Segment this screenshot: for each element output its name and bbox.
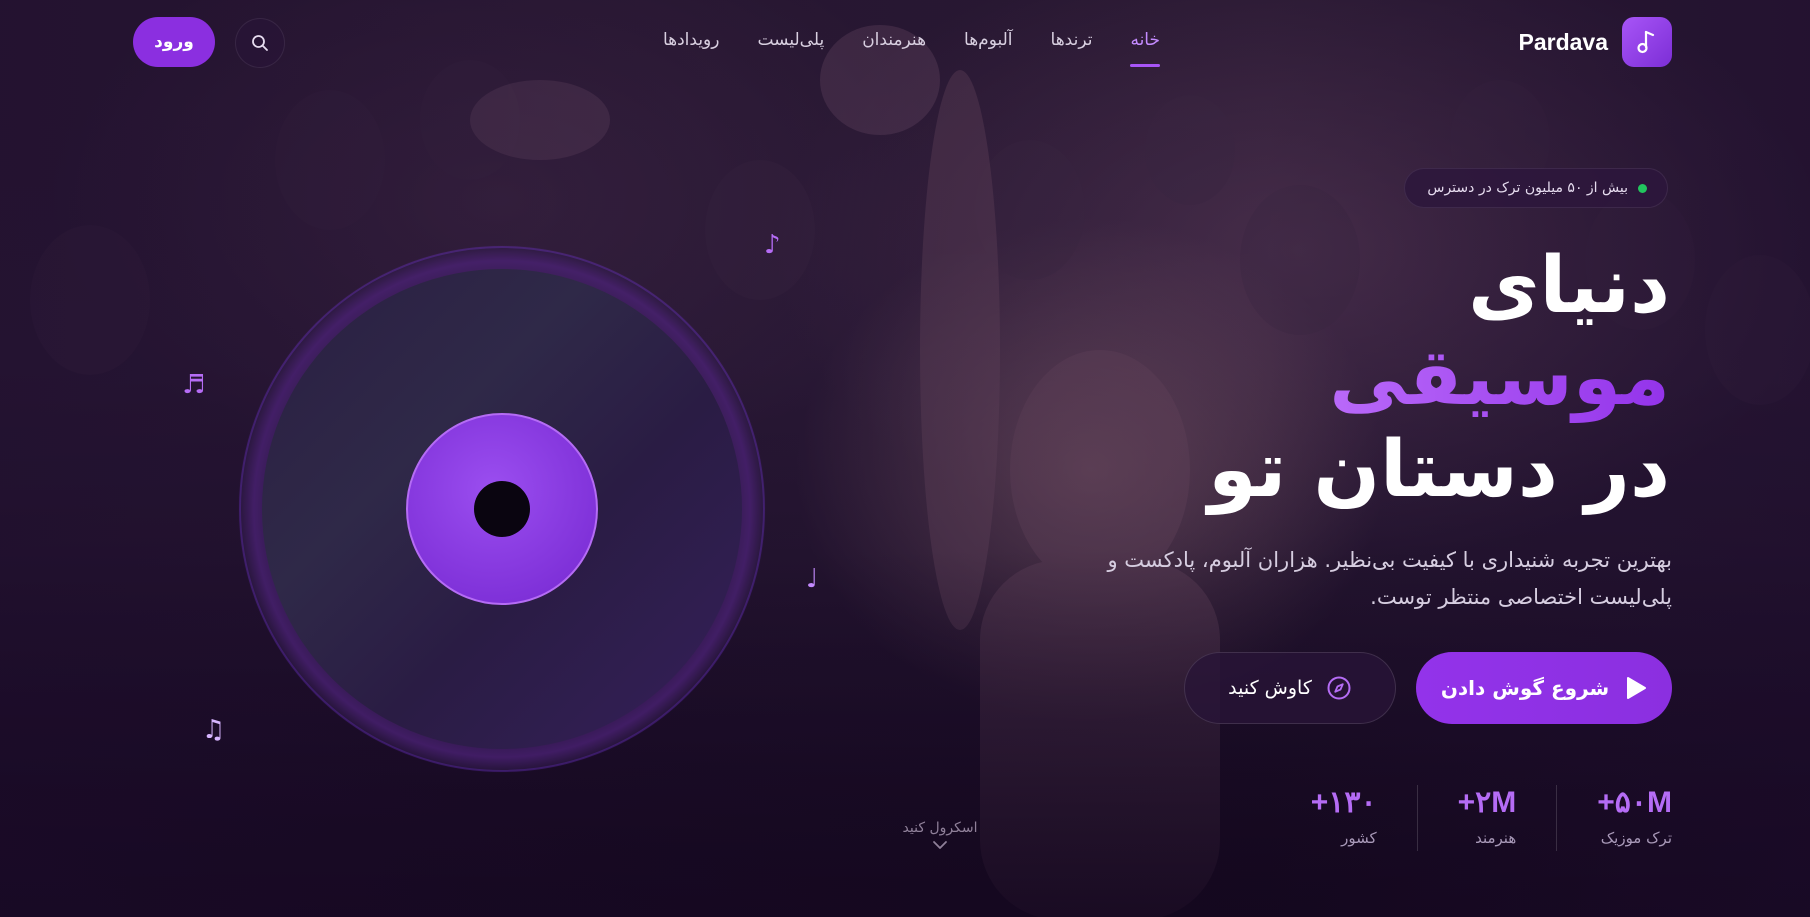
stat-divider [1416, 785, 1418, 851]
nav-item-artists[interactable]: هنرمندان [862, 30, 926, 60]
compass-icon [1327, 676, 1351, 700]
stat-value: +۱۳۰ [1310, 786, 1377, 819]
explore-button[interactable]: کاوش کنید [1184, 652, 1396, 724]
nav-item-home[interactable]: خانه [1130, 30, 1160, 67]
headline-line-2: موسیقی [1208, 332, 1670, 424]
search-button[interactable] [235, 18, 285, 68]
brand[interactable]: Pardava [1518, 17, 1672, 67]
tracks-badge: بیش از ۵۰ میلیون ترک در دسترس [1404, 168, 1668, 208]
badge-text: بیش از ۵۰ میلیون ترک در دسترس [1427, 180, 1628, 196]
hero-headline: دنیای موسیقی در دستان تو [1208, 240, 1670, 516]
play-icon [1627, 677, 1647, 699]
stat-value: +۵۰M [1597, 786, 1672, 819]
headline-line-3: در دستان تو [1208, 425, 1670, 515]
music-note-icon: ♩ [806, 564, 819, 594]
nav-item-events[interactable]: رویدادها [663, 30, 720, 60]
headline-line-1: دنیای [1468, 241, 1670, 331]
start-listening-button[interactable]: شروع گوش دادن [1416, 652, 1672, 724]
brand-logo [1622, 17, 1672, 67]
stat-tracks: +۵۰M ترک موزیک [1597, 785, 1672, 847]
main-nav-links: خانه ترندها آلبوم‌ها هنرمندان پلی‌لیست ر… [640, 30, 1160, 67]
scroll-hint-label: اسکرول کنید [902, 820, 978, 836]
nav-item-playlist[interactable]: پلی‌لیست [757, 30, 824, 60]
nav-item-albums[interactable]: آلبوم‌ها [964, 30, 1013, 60]
scroll-hint[interactable]: اسکرول کنید [902, 820, 978, 850]
music-note-icon: ♪ [764, 230, 781, 260]
stat-label: کشور [1341, 829, 1377, 847]
music-note-icon: ♬ [182, 370, 206, 400]
vinyl-record-illustration [238, 245, 766, 773]
stat-divider [1556, 785, 1558, 851]
stats-row: +۵۰M ترک موزیک +۲M هنرمند +۱۳۰ کشور [1311, 785, 1672, 851]
start-listening-label: شروع گوش دادن [1440, 676, 1610, 700]
subtitle-line-2: پلی‌لیست اختصاصی منتظر توست. [1370, 585, 1672, 609]
subtitle-line-1: بهترین تجربه شنیداری با کیفیت بی‌نظیر. ه… [1107, 548, 1672, 572]
music-note-icon: ♫ [202, 715, 226, 745]
stat-label: ترک موزیک [1600, 829, 1672, 847]
status-dot [1638, 183, 1647, 193]
stat-value: +۲M [1457, 786, 1517, 819]
stat-label: هنرمند [1475, 829, 1517, 847]
brand-name: Pardava [1518, 28, 1608, 55]
login-button[interactable]: ورود [133, 17, 215, 67]
chevron-down-icon [933, 841, 947, 849]
stat-countries: +۱۳۰ کشور [1311, 785, 1377, 847]
search-icon [252, 35, 268, 51]
explore-label: کاوش کنید [1228, 677, 1312, 699]
top-nav: ورود خانه ترندها آلبوم‌ها هنرمندان پلی‌ل… [0, 0, 1810, 88]
nav-item-trends[interactable]: ترندها [1051, 30, 1093, 60]
hero-subtitle: بهترین تجربه شنیداری با کیفیت بی‌نظیر. ه… [1052, 542, 1672, 616]
music-note-icon [1637, 30, 1655, 54]
stat-artists: +۲M هنرمند [1458, 785, 1517, 847]
